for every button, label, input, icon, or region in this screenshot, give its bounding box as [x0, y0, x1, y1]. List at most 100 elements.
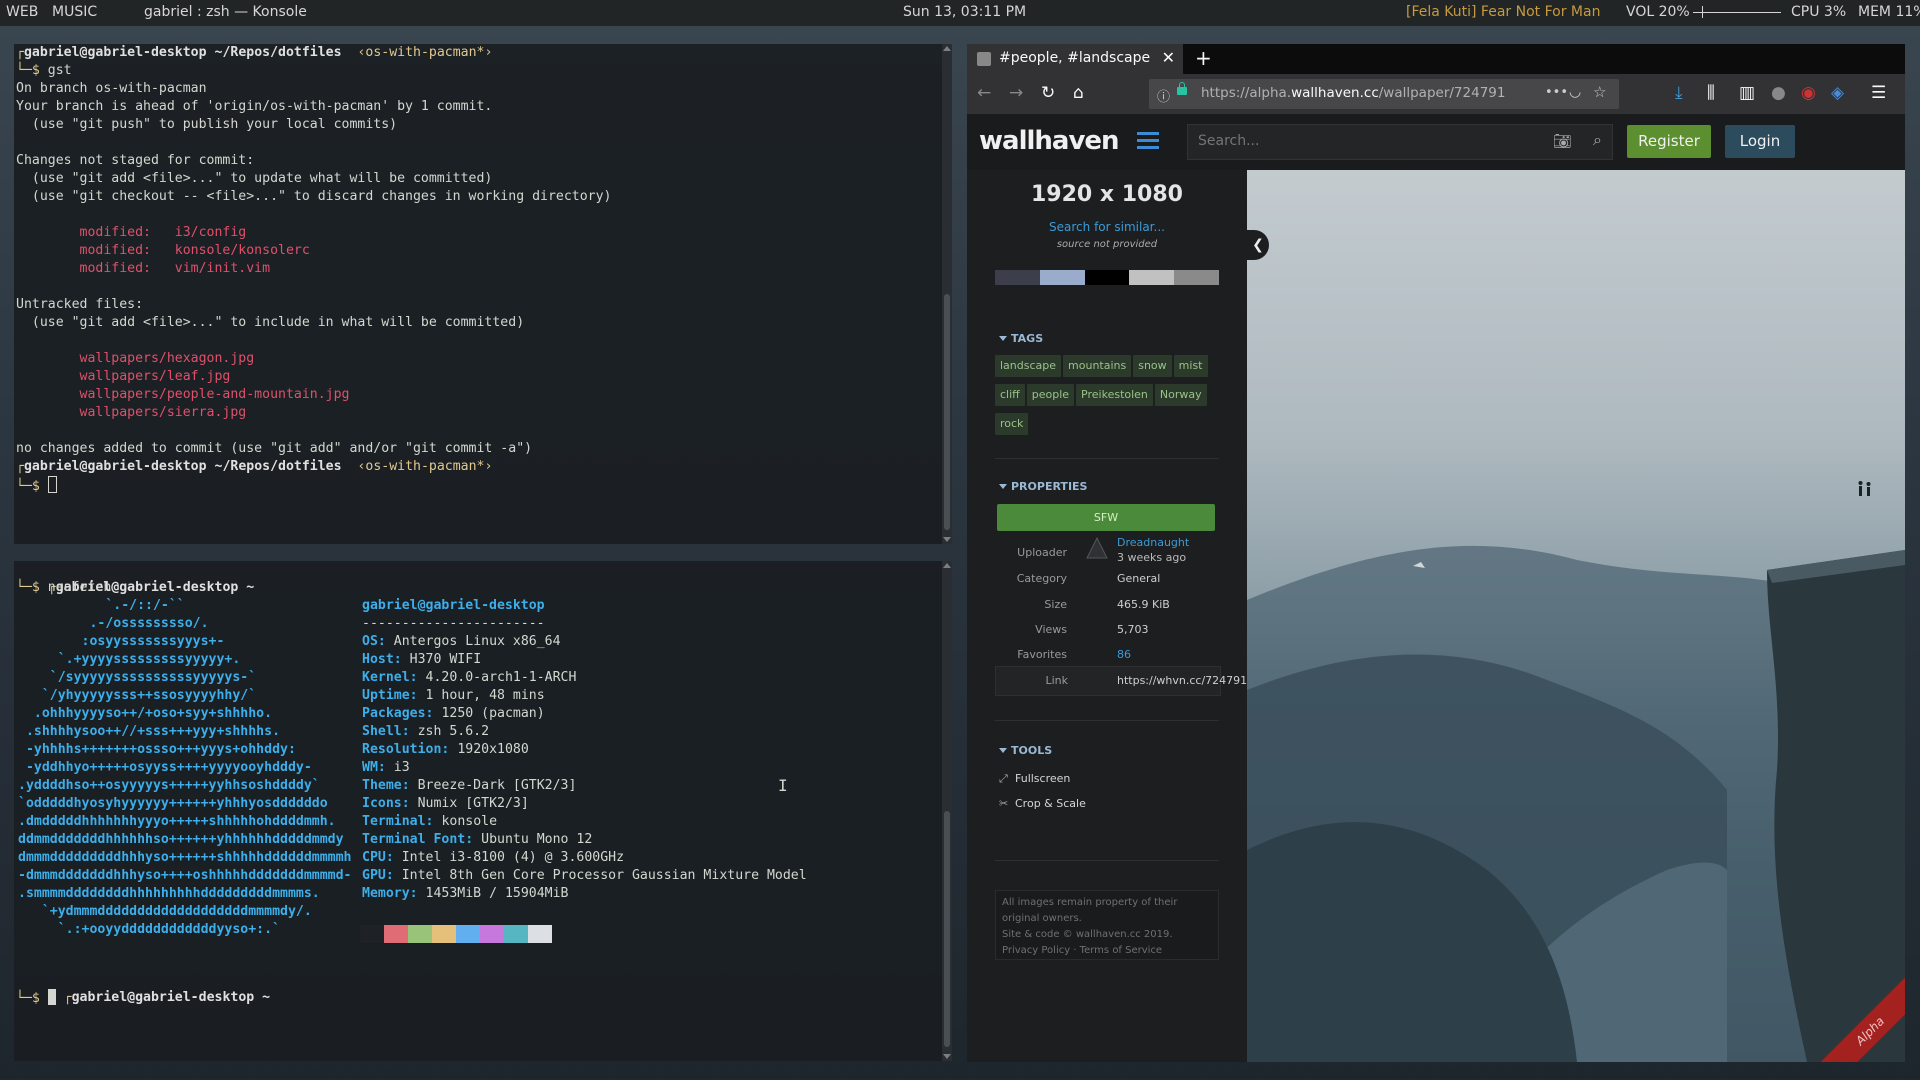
downloads-icon[interactable]: ⤓: [1675, 83, 1683, 103]
ublock-icon[interactable]: ◉: [1801, 83, 1816, 103]
art-line: -yhhhhs+++++++ossso+++yyys+ohhddy:: [18, 742, 296, 757]
people-silhouettes: [1858, 481, 1871, 496]
hamburger-menu-icon[interactable]: ☰: [1871, 83, 1886, 103]
tag-chip[interactable]: people: [1026, 384, 1075, 406]
output-line: Changes not staged for commit:: [16, 153, 255, 168]
now-playing[interactable]: [Fela Kuti] Fear Not For Man: [1406, 4, 1600, 20]
page-actions-icon[interactable]: •••: [1545, 85, 1568, 100]
login-button[interactable]: Login: [1725, 125, 1795, 158]
info-icon[interactable]: ⓘ: [1157, 86, 1170, 105]
color-swatches: [360, 925, 807, 943]
output-line: Untracked files:: [16, 297, 144, 312]
info-row: Terminal Font: Ubuntu Mono 12: [362, 832, 593, 847]
bookmark-star-icon[interactable]: ☆: [1593, 83, 1606, 101]
fullscreen-tool[interactable]: ⤢ Fullscreen: [999, 772, 1070, 786]
tag-chip[interactable]: rock: [995, 413, 1029, 435]
uploader-avatar[interactable]: [1085, 536, 1109, 560]
navigation-toolbar: ← → ↻ ⌂ ⓘ https://alpha.wallhaven.cc/wal…: [967, 74, 1905, 114]
privacy-badger-icon[interactable]: ◈: [1831, 83, 1844, 103]
lock-icon[interactable]: [1177, 82, 1187, 95]
workspace-music[interactable]: MUSIC: [48, 4, 101, 20]
close-tab-icon[interactable]: ✕: [1162, 48, 1175, 67]
art-line: dmmmdddddddddhhhyso++++++shhhhhddddddmmm…: [18, 850, 352, 865]
palette-color-swatch[interactable]: [1129, 270, 1175, 285]
url-bar[interactable]: ⓘ https://alpha.wallhaven.cc/wallpaper/7…: [1149, 79, 1619, 109]
volume-slider[interactable]: [1693, 12, 1781, 13]
crop-scale-tool[interactable]: ✂ Crop & Scale: [999, 797, 1086, 810]
terminal-scrollbar[interactable]: [942, 44, 952, 544]
source-note: source not provided: [1056, 239, 1158, 250]
forward-icon[interactable]: →: [1009, 83, 1023, 103]
volume-slider-knob[interactable]: [1701, 6, 1703, 18]
short-link-box[interactable]: Link https://whvn.cc/724791: [995, 666, 1247, 696]
info-row: Memory: 1453MiB / 15904MiB: [362, 886, 569, 901]
wallhaven-logo[interactable]: wallhaven: [979, 126, 1120, 156]
tag-chip[interactable]: mist: [1173, 355, 1208, 377]
scroll-up-arrow-icon[interactable]: [943, 46, 951, 51]
uploader-name[interactable]: Dreadnaught: [1117, 536, 1189, 549]
scroll-down-arrow-icon[interactable]: [943, 1054, 951, 1059]
back-icon[interactable]: ←: [977, 83, 991, 103]
scroll-down-arrow-icon[interactable]: [943, 537, 951, 542]
extension-icon[interactable]: ●: [1771, 83, 1786, 103]
wallpaper-image[interactable]: ❮ Alpha: [1247, 170, 1905, 1062]
palette-color-swatch[interactable]: [1039, 270, 1085, 285]
footer-links[interactable]: Privacy Policy · Terms of Service: [1002, 943, 1212, 959]
tools-section-title[interactable]: TOOLS: [999, 744, 1052, 757]
tag-chip[interactable]: cliff: [995, 384, 1025, 406]
terminal-git-status[interactable]: ┌gabriel@gabriel-desktop ~/Repos/dotfile…: [14, 44, 952, 544]
menu-icon[interactable]: [1137, 132, 1159, 150]
url-text[interactable]: https://alpha.wallhaven.cc/wallpaper/724…: [1201, 85, 1505, 101]
workspace-web[interactable]: WEB: [2, 4, 42, 20]
volume-label[interactable]: VOL 20%: [1626, 4, 1690, 20]
search-input[interactable]: [1196, 132, 1530, 150]
reload-icon[interactable]: ↻: [1041, 83, 1055, 103]
tags-section-title[interactable]: TAGS: [999, 332, 1043, 345]
properties-section-title[interactable]: PROPERTIES: [999, 480, 1087, 493]
new-tab-icon[interactable]: +: [1195, 46, 1212, 70]
neofetch-logo-art: `.-/::/-`` .-/osssssssso/. :osyysssssssy…: [16, 597, 351, 939]
collapse-triangle-icon: [999, 748, 1007, 753]
terminal-output: ┌gabriel@gabriel-desktop ~/Repos/dotfile…: [14, 44, 952, 494]
wallpaper-scene: [1247, 481, 1905, 1062]
output-line: (use "git add <file>..." to update what …: [16, 171, 493, 186]
git-file-entry: modified: vim/init.vim: [16, 261, 271, 276]
search-icon[interactable]: ⌕: [1593, 130, 1602, 150]
search-similar-link[interactable]: Search for similar...: [967, 220, 1247, 234]
short-link[interactable]: https://whvn.cc/724791: [1117, 674, 1247, 687]
output-line: (use "git push" to publish your local co…: [16, 117, 398, 132]
favorites-label: Favorites: [1017, 648, 1067, 661]
tag-chip[interactable]: snow: [1133, 355, 1172, 377]
palette-color-swatch[interactable]: [1174, 270, 1219, 285]
terminal-neofetch[interactable]: ┌gabriel@gabriel-desktop ~ └─$ neofetch …: [14, 561, 952, 1061]
scrollbar-thumb[interactable]: [944, 294, 950, 530]
tag-chip[interactable]: landscape: [995, 355, 1062, 377]
tag-chip[interactable]: Norway: [1154, 384, 1207, 406]
palette-color-swatch[interactable]: [995, 270, 1040, 285]
footer-line: Site & code © wallhaven.cc 2019.: [1002, 929, 1173, 940]
pocket-icon[interactable]: ◡: [1569, 84, 1581, 100]
scrollbar-thumb[interactable]: [944, 811, 950, 1047]
tab-active[interactable]: #people, #landscape, # ✕: [967, 44, 1183, 74]
tag-chip[interactable]: mountains: [1063, 355, 1132, 377]
favorites-value[interactable]: 86: [1117, 648, 1131, 661]
uploader-label: Uploader: [1017, 546, 1067, 559]
tag-chip[interactable]: Preikestolen: [1076, 384, 1153, 406]
color-swatch: [528, 925, 552, 943]
wallpaper-sidebar: 1920 x 1080 Search for similar... source…: [967, 170, 1247, 1062]
command-text: gst: [47, 63, 72, 78]
palette-color-swatch[interactable]: [1084, 270, 1130, 285]
home-icon[interactable]: ⌂: [1073, 83, 1084, 103]
neofetch-title: gabriel@gabriel-desktop: [362, 598, 545, 613]
terminal-scrollbar[interactable]: [942, 561, 952, 1061]
git-file-entry: wallpapers/people-and-mountain.jpg: [16, 387, 350, 402]
scroll-up-arrow-icon[interactable]: [943, 563, 951, 568]
crop-icon: ✂: [999, 797, 1009, 810]
register-button[interactable]: Register: [1627, 125, 1711, 158]
sidebar-icon[interactable]: ▥: [1739, 83, 1755, 103]
sfw-badge[interactable]: SFW: [997, 504, 1215, 531]
camera-icon[interactable]: 📷︎: [1553, 132, 1572, 150]
library-icon[interactable]: ⫼: [1707, 83, 1715, 103]
neofetch-info: gabriel@gabriel-desktop ----------------…: [360, 597, 807, 943]
